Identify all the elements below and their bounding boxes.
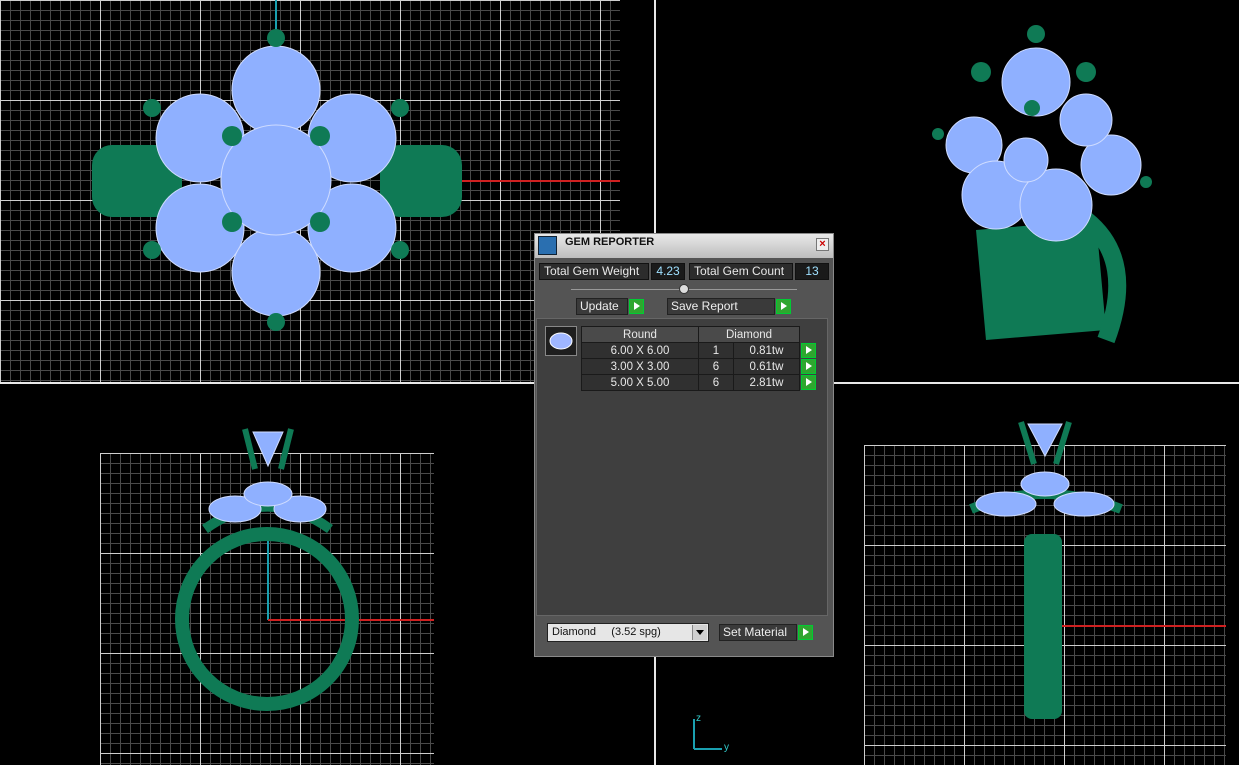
total-gem-count-label: Total Gem Count xyxy=(689,263,793,280)
table-row[interactable]: 6.00 X 6.00 1 0.81tw xyxy=(581,342,818,359)
total-gem-weight-label: Total Gem Weight xyxy=(539,263,649,280)
gem-count: 1 xyxy=(698,342,734,359)
gem-size: 3.00 X 3.00 xyxy=(581,358,699,375)
gem-reporter-icon xyxy=(538,236,557,255)
splitter-handle[interactable] xyxy=(679,284,689,294)
column-header-shape: Round xyxy=(581,326,699,343)
column-header-material: Diamond xyxy=(698,326,800,343)
close-button[interactable]: × xyxy=(816,238,829,251)
axis-z-label: z xyxy=(696,713,701,724)
set-material-go-icon[interactable] xyxy=(798,625,813,640)
total-gem-weight-value: 4.23 xyxy=(651,263,685,280)
save-report-go-icon[interactable] xyxy=(776,299,791,314)
axis-y-label: y xyxy=(724,742,729,753)
update-go-icon[interactable] xyxy=(629,299,644,314)
material-select-value: Diamond (3.52 spg) xyxy=(552,626,661,638)
update-button[interactable]: Update xyxy=(576,298,628,315)
gem-list-panel: Round Diamond 6.00 X 6.00 1 0.81tw 3.00 … xyxy=(536,318,828,616)
gem-weight: 2.81tw xyxy=(733,374,800,391)
dialog-titlebar[interactable]: GEM REPORTER × xyxy=(535,234,833,258)
total-gem-count-value: 13 xyxy=(795,263,829,280)
table-row[interactable]: 3.00 X 3.00 6 0.61tw xyxy=(581,358,818,375)
material-select[interactable]: Diamond (3.52 spg) xyxy=(547,623,709,642)
row-go-icon[interactable] xyxy=(801,343,816,358)
row-go-icon[interactable] xyxy=(801,359,816,374)
gem-count: 6 xyxy=(698,358,734,375)
row-go-icon[interactable] xyxy=(801,375,816,390)
gem-size: 5.00 X 5.00 xyxy=(581,374,699,391)
gem-count: 6 xyxy=(698,374,734,391)
save-report-button[interactable]: Save Report xyxy=(667,298,775,315)
gem-table: Round Diamond 6.00 X 6.00 1 0.81tw 3.00 … xyxy=(581,326,818,391)
gem-weight: 0.61tw xyxy=(733,358,800,375)
round-gem-icon[interactable] xyxy=(545,326,577,356)
table-row[interactable]: 5.00 X 5.00 6 2.81tw xyxy=(581,374,818,391)
set-material-button[interactable]: Set Material xyxy=(719,624,797,641)
dialog-title: GEM REPORTER xyxy=(565,236,655,248)
gem-weight: 0.81tw xyxy=(733,342,800,359)
chevron-down-icon[interactable] xyxy=(692,625,707,640)
gem-size: 6.00 X 6.00 xyxy=(581,342,699,359)
gem-reporter-dialog: GEM REPORTER × Total Gem Weight 4.23 Tot… xyxy=(534,233,834,657)
